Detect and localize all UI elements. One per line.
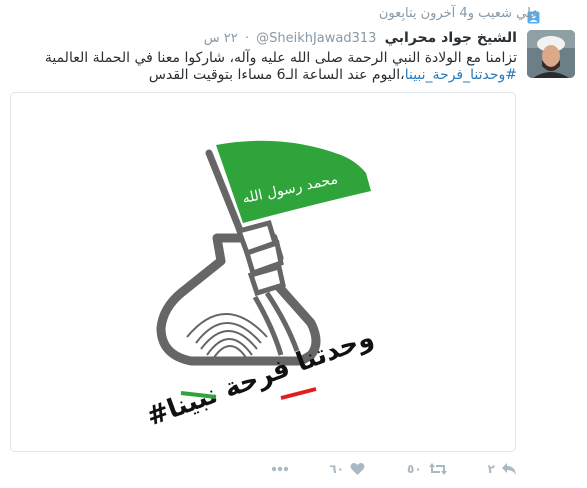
slogan-accent-red: [280, 387, 317, 400]
retweet-count: ٥٠: [407, 462, 422, 476]
tweet-text: تزامنا مع الولادة النبي الرحمة صلى الله …: [17, 50, 517, 84]
social-context-label[interactable]: علي شعيب و4 آخرون يتابِعون: [379, 6, 539, 21]
author-name[interactable]: الشيخ جواد محرابي: [385, 30, 517, 46]
campaign-logo-image: محمد رسول الله #وحدتنا فرحة نبينا: [143, 140, 378, 433]
avatar[interactable]: [527, 30, 575, 78]
tweet-text-line1: تزامنا مع الولادة النبي الرحمة صلى الله …: [44, 50, 517, 66]
tweet-text-line2: #وحدتنا_فرحة_نبينا،اليوم عند الساعة الـ6…: [17, 67, 517, 84]
hashtag-link[interactable]: #وحدتنا_فرحة_نبينا: [405, 67, 517, 83]
tweet-actions: ٢ ٥٠ ٦٠: [271, 462, 517, 476]
slogan-text: #وحدتنا فرحة نبينا: [143, 323, 378, 433]
reply-icon: [501, 462, 517, 476]
tweet-header: الشيخ جواد محرابي SheikhJawad313@ · ٢٢ س: [204, 30, 517, 46]
reply-count: ٢: [487, 462, 495, 476]
like-count: ٦٠: [329, 462, 345, 476]
tweet-text-line2-rest: ،اليوم عند الساعة الـ6 مساءا بتوقيت القد…: [148, 67, 405, 83]
tweet-timestamp[interactable]: ٢٢ س: [204, 31, 238, 46]
more-button[interactable]: [271, 466, 289, 472]
more-icon: [271, 466, 289, 472]
author-handle[interactable]: SheikhJawad313@: [256, 31, 376, 46]
retweet-button[interactable]: ٥٠: [407, 462, 448, 476]
tweet-media-card[interactable]: محمد رسول الله #وحدتنا فرحة نبينا: [10, 92, 516, 452]
retweet-icon: [428, 462, 448, 476]
separator-dot: ·: [244, 31, 249, 46]
like-button[interactable]: ٦٠: [329, 462, 365, 476]
like-icon: [350, 462, 365, 476]
reply-button[interactable]: ٢: [488, 462, 517, 476]
